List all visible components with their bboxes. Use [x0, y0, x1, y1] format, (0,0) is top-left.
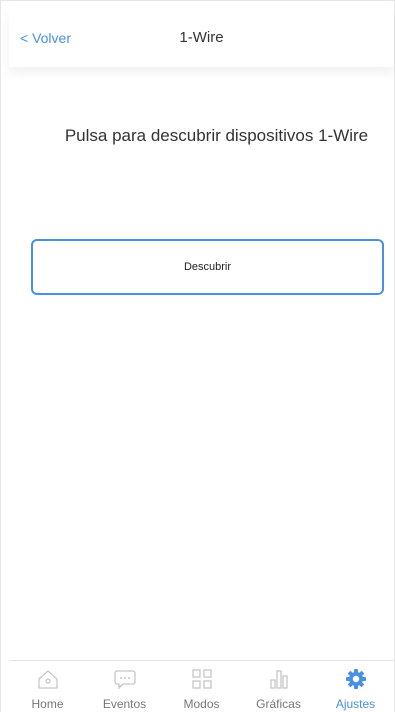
tab-label: Gráficas — [256, 697, 301, 711]
tab-label: Home — [31, 697, 64, 711]
bar-chart-icon — [267, 667, 291, 691]
home-icon — [36, 667, 60, 691]
chat-icon — [113, 667, 137, 691]
tab-label: Eventos — [102, 697, 147, 711]
tab-bar: Home Eventos Modos Gráficas Ajustes — [9, 660, 394, 712]
app-window: < Volver 1-Wire Pulsa para descubrir dis… — [0, 0, 395, 712]
discover-button[interactable]: Descubrir — [31, 239, 384, 295]
tab-label: Ajustes — [335, 697, 376, 711]
instruction-text: Pulsa para descubrir dispositivos 1-Wire — [64, 126, 369, 145]
page-title: 1-Wire — [179, 29, 224, 46]
gear-icon — [344, 667, 368, 691]
grid-icon — [190, 667, 214, 691]
tab-eventos[interactable]: Eventos — [90, 661, 160, 712]
tab-label: Modos — [183, 697, 220, 711]
tab-graficas[interactable]: Gráficas — [244, 661, 314, 712]
tab-modos[interactable]: Modos — [167, 661, 237, 712]
main-content: Pulsa para descubrir dispositivos 1-Wire… — [9, 67, 394, 660]
header-bar: < Volver 1-Wire — [9, 9, 394, 67]
tab-home[interactable]: Home — [13, 661, 83, 712]
tab-ajustes[interactable]: Ajustes — [321, 661, 391, 712]
